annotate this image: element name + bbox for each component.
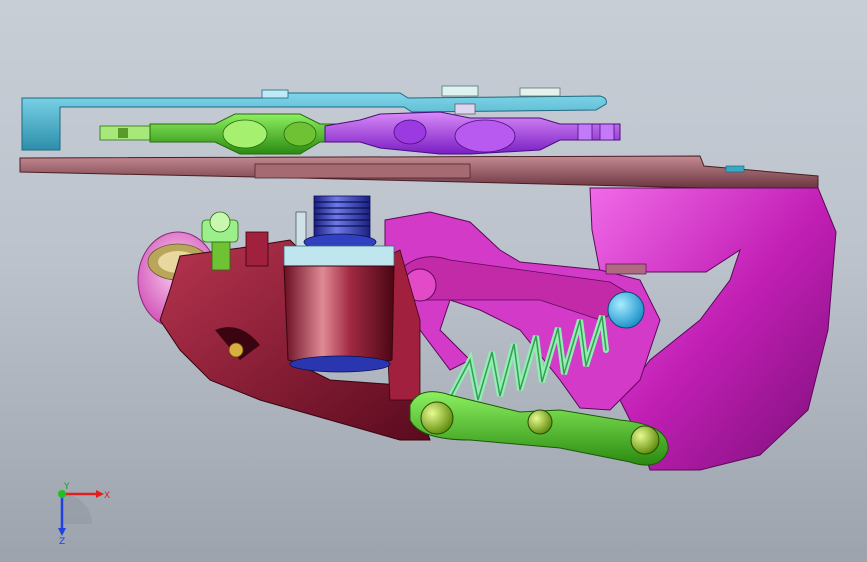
left-chain-assembly[interactable] <box>99 113 341 155</box>
right-chain-assembly[interactable] <box>324 103 621 155</box>
cylinder[interactable] <box>283 195 395 373</box>
x-axis-label: X <box>104 491 110 501</box>
orientation-triad: X Y Z <box>58 482 110 547</box>
lower-base-plate[interactable] <box>19 155 819 189</box>
cad-model-scene[interactable] <box>0 0 867 562</box>
graphics-viewport[interactable]: X Y Z <box>0 0 867 562</box>
triad-shade <box>62 494 92 524</box>
z-axis-head <box>58 528 66 536</box>
z-axis-label: Z <box>59 537 65 547</box>
x-axis-head <box>96 490 104 498</box>
y-axis-label: Y <box>63 482 70 492</box>
